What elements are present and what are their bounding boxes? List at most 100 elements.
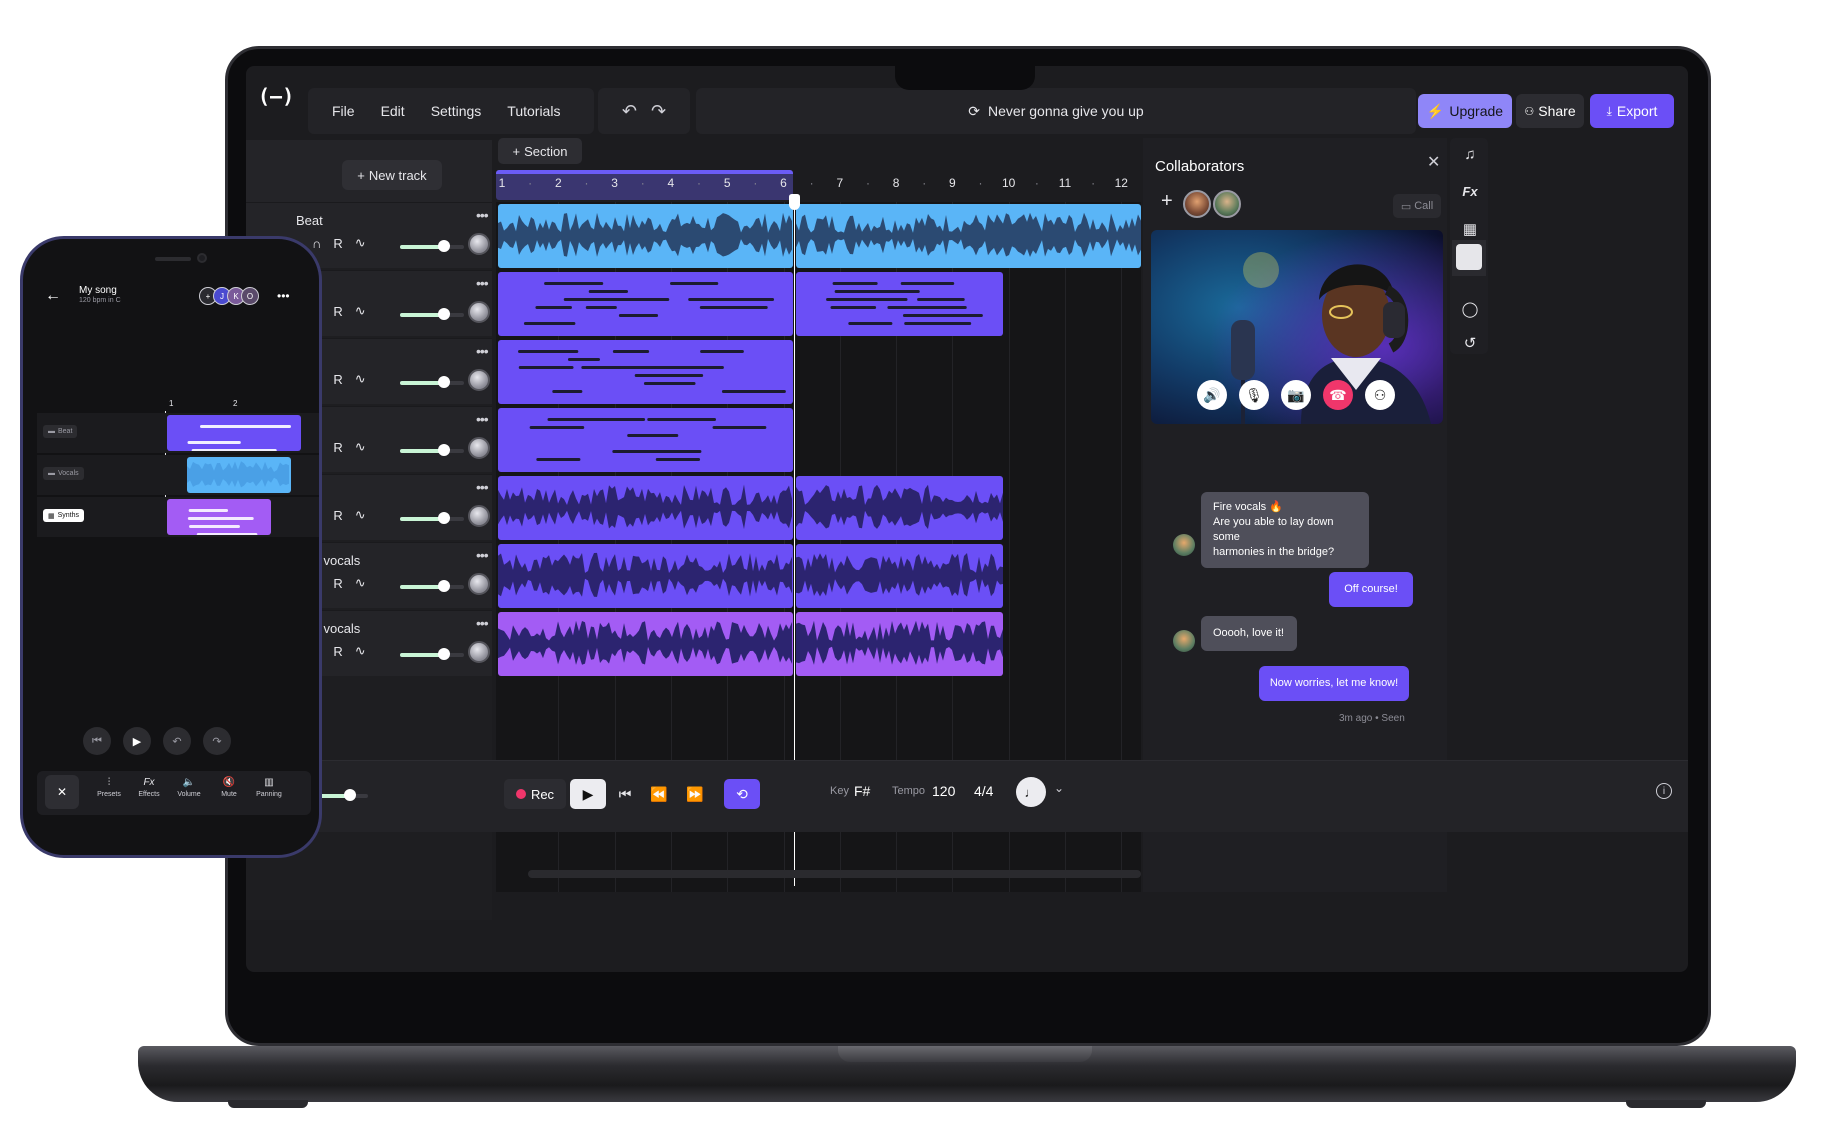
undo-icon[interactable]: ↶	[163, 727, 191, 755]
record-arm-button[interactable]: R	[333, 304, 342, 319]
key-value[interactable]: F#	[854, 783, 870, 799]
mute-tool[interactable]: 🔇 Mute	[209, 777, 249, 798]
headphones-icon[interactable]: ∩	[312, 236, 321, 251]
skip-back-icon[interactable]: ⏮	[83, 727, 111, 755]
phone-track-row[interactable]: ▬ Vocals	[37, 455, 319, 495]
pan-knob[interactable]	[468, 233, 490, 255]
audio-clip[interactable]	[796, 544, 1003, 608]
pan-knob[interactable]	[468, 437, 490, 459]
record-arm-button[interactable]: R	[333, 508, 342, 523]
record-arm-button[interactable]: R	[333, 644, 342, 659]
slider-knob[interactable]	[438, 376, 450, 388]
slider-knob[interactable]	[438, 648, 450, 660]
phone-track-row[interactable]: ▬ Beat	[37, 413, 319, 453]
effects-tool[interactable]: Fx Effects	[129, 777, 169, 798]
upgrade-button[interactable]: ⚡ Upgrade	[1418, 94, 1512, 128]
back-arrow-icon[interactable]: ←	[45, 287, 61, 305]
slider-knob[interactable]	[438, 240, 450, 252]
record-button[interactable]: Rec	[504, 779, 566, 809]
audio-clip[interactable]	[498, 476, 793, 540]
chevron-down-icon[interactable]: ⌄	[1054, 781, 1064, 795]
phone-clip[interactable]	[187, 457, 291, 493]
export-button[interactable]: ⤓ Export	[1590, 94, 1674, 128]
play-icon[interactable]: ▶	[570, 779, 606, 809]
track-volume-slider[interactable]	[400, 308, 464, 320]
pan-knob[interactable]	[468, 369, 490, 391]
audio-clip[interactable]	[796, 204, 1141, 268]
phone-track-label[interactable]: ▬ Beat	[43, 425, 78, 438]
phone-clip[interactable]	[167, 415, 301, 451]
playhead-handle[interactable]	[789, 194, 800, 210]
info-icon[interactable]: i	[1656, 783, 1672, 799]
automation-icon[interactable]: ∿	[355, 643, 366, 659]
more-icon[interactable]: •••	[476, 275, 489, 291]
phone-track-row[interactable]: ▦ Synths	[37, 497, 319, 537]
avatar[interactable]: O	[241, 287, 259, 305]
audio-clip[interactable]	[498, 544, 793, 608]
volume-tool[interactable]: 🔈 Volume	[169, 777, 209, 798]
microphone-icon[interactable]: 🎙	[1239, 380, 1269, 410]
presets-tool[interactable]: ⫶ Presets	[89, 777, 129, 798]
more-icon[interactable]: •••	[476, 343, 489, 359]
pan-knob[interactable]	[468, 301, 490, 323]
midi-clip[interactable]	[498, 340, 793, 404]
undo-icon[interactable]: ↶	[622, 101, 637, 122]
rewind-icon[interactable]: ⏪	[644, 779, 674, 809]
close-icon[interactable]: ✕	[1427, 152, 1440, 172]
collaborators-tool-icon[interactable]	[1456, 244, 1482, 270]
tempo-value[interactable]: 120	[932, 783, 955, 799]
menu-tutorials[interactable]: Tutorials	[507, 103, 560, 119]
history-icon[interactable]: ↺	[1459, 334, 1481, 352]
record-arm-button[interactable]: R	[333, 440, 342, 455]
record-arm-button[interactable]: R	[333, 372, 342, 387]
mixer-icon[interactable]: ▦	[1459, 220, 1481, 238]
audio-clip[interactable]	[796, 612, 1003, 676]
chat-icon[interactable]: ◯	[1459, 300, 1481, 318]
automation-icon[interactable]: ∿	[355, 439, 366, 455]
skip-back-icon[interactable]: ⏮	[610, 779, 640, 809]
menu-settings[interactable]: Settings	[431, 103, 482, 119]
camera-icon[interactable]: 📷	[1281, 380, 1311, 410]
song-title-box[interactable]: ⟳ Never gonna give you up	[696, 88, 1416, 134]
fast-forward-icon[interactable]: ⏩	[680, 779, 710, 809]
record-arm-button[interactable]: R	[333, 236, 342, 251]
automation-icon[interactable]: ∿	[355, 507, 366, 523]
more-icon[interactable]: •••	[476, 615, 489, 631]
call-button[interactable]: ▭ Call	[1393, 194, 1441, 218]
horizontal-scrollbar[interactable]	[528, 870, 1141, 878]
menu-edit[interactable]: Edit	[381, 103, 405, 119]
midi-clip[interactable]	[498, 408, 793, 472]
share-button[interactable]: ⚇ Share	[1516, 94, 1584, 128]
avatar[interactable]	[1213, 190, 1241, 218]
track-volume-slider[interactable]	[400, 512, 464, 524]
slider-knob[interactable]	[438, 580, 450, 592]
menu-file[interactable]: File	[332, 103, 355, 119]
phone-track-label[interactable]: ▦ Synths	[43, 509, 85, 522]
new-track-button[interactable]: + New track	[342, 160, 442, 190]
metronome-icon[interactable]: ♩	[1016, 777, 1046, 807]
record-arm-button[interactable]: R	[333, 576, 342, 591]
add-section-button[interactable]: + Section	[498, 138, 582, 164]
redo-icon[interactable]: ↷	[651, 101, 666, 122]
pan-knob[interactable]	[468, 505, 490, 527]
slider-knob[interactable]	[438, 444, 450, 456]
slider-knob[interactable]	[438, 308, 450, 320]
hang-up-icon[interactable]: ☎	[1323, 380, 1353, 410]
phone-track-label[interactable]: ▬ Vocals	[43, 467, 84, 480]
midi-clip[interactable]	[498, 272, 793, 336]
track-volume-slider[interactable]	[400, 376, 464, 388]
close-icon[interactable]: ✕	[45, 775, 79, 809]
track-volume-slider[interactable]	[400, 580, 464, 592]
track-volume-slider[interactable]	[400, 240, 464, 252]
track-volume-slider[interactable]	[400, 444, 464, 456]
loop-icon[interactable]: ⟲	[724, 779, 760, 809]
participants-icon[interactable]: ⚇	[1365, 380, 1395, 410]
slider-knob[interactable]	[438, 512, 450, 524]
automation-icon[interactable]: ∿	[355, 575, 366, 591]
automation-icon[interactable]: ∿	[355, 235, 366, 251]
more-icon[interactable]: •••	[277, 289, 290, 303]
audio-clip[interactable]	[498, 612, 793, 676]
more-icon[interactable]: •••	[476, 479, 489, 495]
more-icon[interactable]: •••	[476, 547, 489, 563]
track-volume-slider[interactable]	[400, 648, 464, 660]
